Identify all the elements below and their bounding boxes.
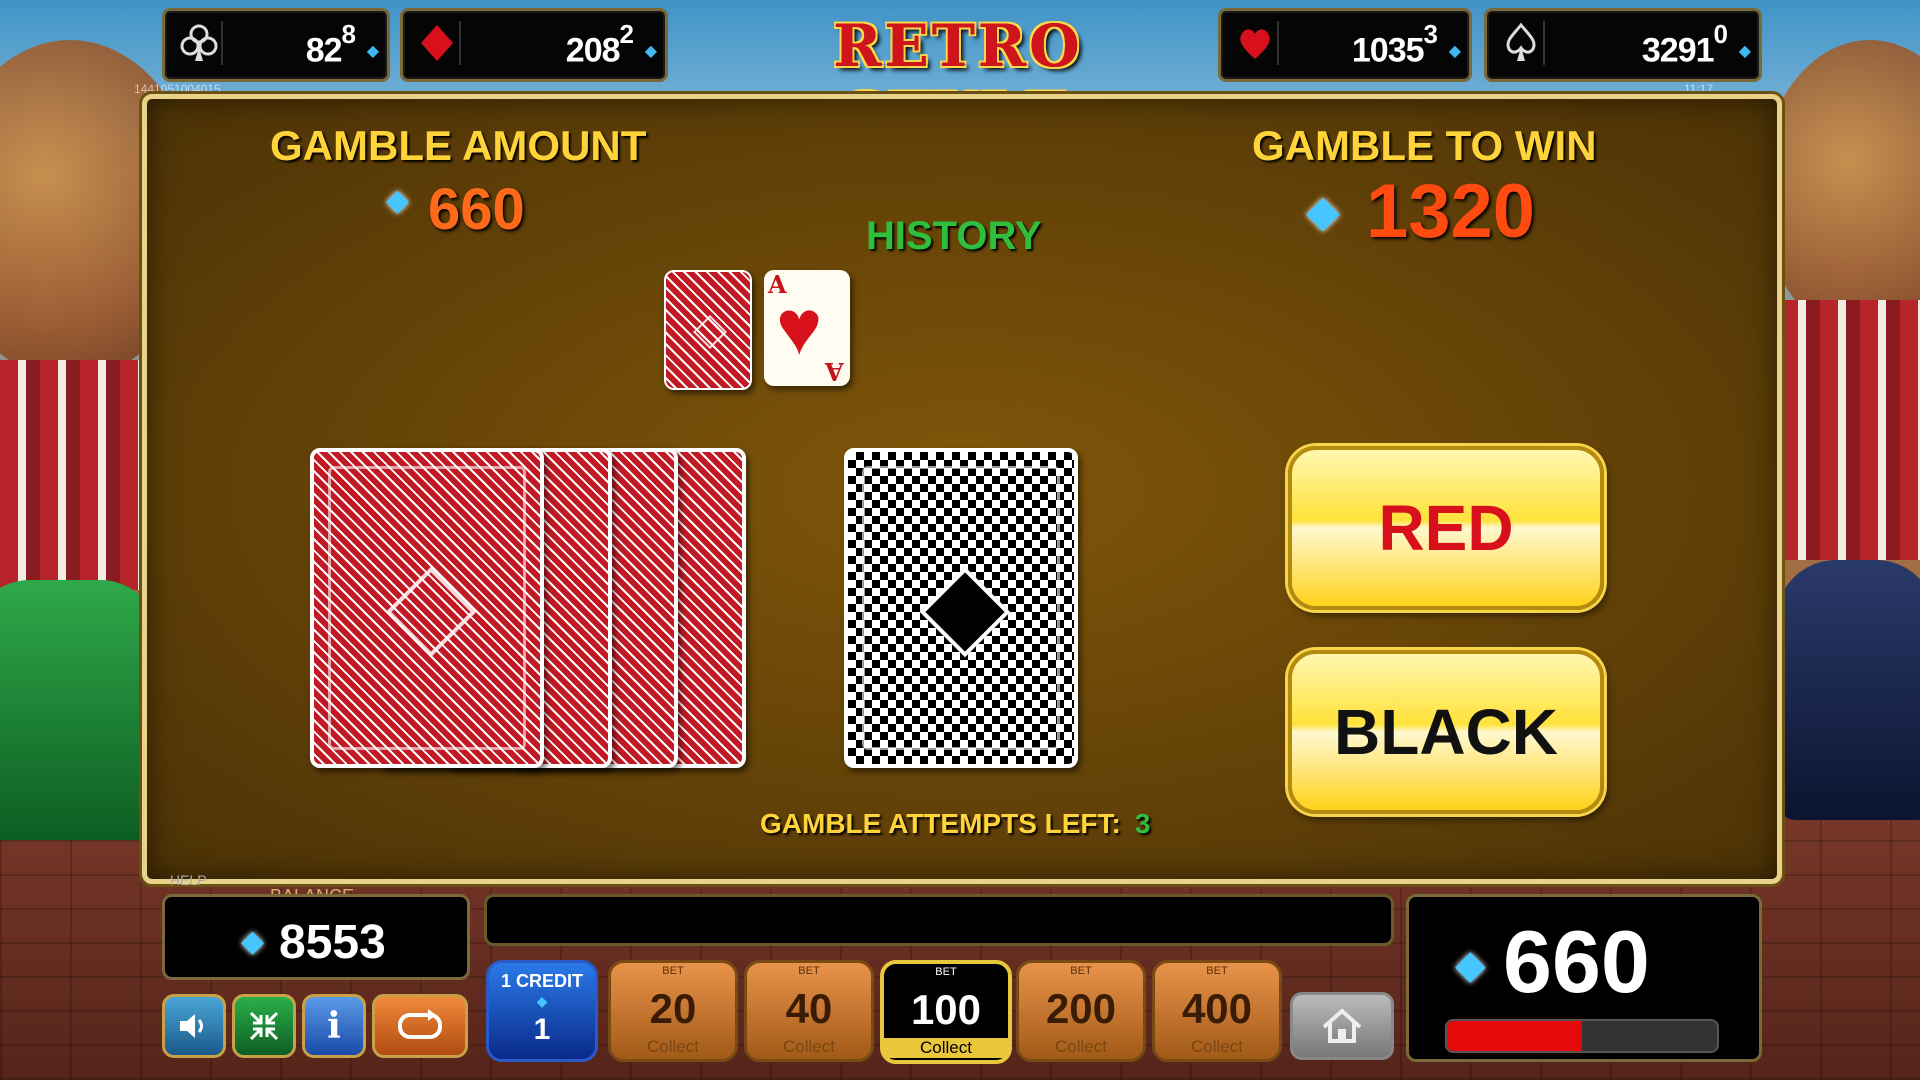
credit-value: 1 xyxy=(533,1013,551,1046)
gamble-amount-label: GAMBLE AMOUNT xyxy=(270,122,647,169)
bet-button-40[interactable]: BET 40 Collect xyxy=(744,960,874,1062)
autoplay-button[interactable] xyxy=(372,994,468,1058)
info-icon: i xyxy=(327,1005,341,1047)
diamonds-icon xyxy=(421,21,461,65)
jackpot-diamonds-value: 2082 xyxy=(565,19,634,70)
clubs-icon xyxy=(180,21,223,65)
collect-label: Collect xyxy=(884,1038,1008,1058)
game-logo: RETRO STYLE xyxy=(833,12,1083,148)
bet-value: 40 xyxy=(785,985,833,1032)
bet-button-100[interactable]: BET 100 Collect xyxy=(880,960,1012,1064)
bet-label: BET xyxy=(1070,965,1092,977)
spades-icon xyxy=(1506,21,1545,65)
win-value: 660 xyxy=(1503,912,1650,1011)
gamble-attempts-label: GAMBLE ATTEMPTS LEFT: xyxy=(760,808,1121,839)
jackpot-diamonds: 2082 ◆ xyxy=(400,8,668,82)
diner-building-left xyxy=(0,360,150,590)
speaker-icon xyxy=(180,1014,203,1038)
bet-value: 100 xyxy=(910,986,982,1033)
gamble-amount-value: 660 xyxy=(428,177,525,242)
deck-card-top xyxy=(310,448,544,768)
bet-button-200[interactable]: BET 200 Collect xyxy=(1016,960,1146,1062)
tree-right xyxy=(1760,40,1920,340)
bet-value: 400 xyxy=(1181,985,1253,1032)
card-back-ornament xyxy=(693,315,727,349)
credit-button[interactable]: 1 CREDIT ◆ 1 xyxy=(486,960,598,1062)
jackpot-hearts: 10353 ◆ xyxy=(1218,8,1472,82)
sound-button[interactable] xyxy=(162,994,226,1058)
diamond-icon: ◆ xyxy=(386,184,410,217)
help-label[interactable]: HELP xyxy=(170,872,207,888)
bet-label: BET xyxy=(798,965,820,977)
black-button[interactable]: BLACK xyxy=(1288,650,1604,814)
blue-car xyxy=(1776,560,1920,820)
collect-label: Collect xyxy=(1191,1037,1243,1056)
win-box: ◆ 660 xyxy=(1406,894,1762,1062)
face-down-card[interactable] xyxy=(844,448,1078,768)
gamble-attempts-value: 3 xyxy=(1134,808,1151,839)
gamble-timer-bar xyxy=(1445,1019,1719,1053)
bet-button-20[interactable]: BET 20 Collect xyxy=(608,960,738,1062)
diamond-icon: ◆ xyxy=(1306,187,1340,236)
home-button[interactable] xyxy=(1290,992,1394,1060)
bet-label: BET xyxy=(1206,965,1228,977)
diamond-icon: ◆ xyxy=(1738,43,1751,60)
credit-label: 1 CREDIT xyxy=(500,971,583,991)
gamble-attempts: GAMBLE ATTEMPTS LEFT: 3 xyxy=(760,808,1150,840)
bet-label: BET xyxy=(935,966,957,978)
gamble-timer-fill xyxy=(1447,1021,1582,1051)
hearts-icon xyxy=(1240,21,1279,65)
diner-building-right xyxy=(1780,300,1920,560)
bet-button-400[interactable]: BET 400 Collect xyxy=(1152,960,1282,1062)
diamond-icon: ◆ xyxy=(1455,943,1486,987)
diamond-icon: ◆ xyxy=(366,43,379,60)
green-car xyxy=(0,580,160,840)
red-button[interactable]: RED xyxy=(1288,446,1604,610)
collect-label: Collect xyxy=(783,1037,835,1056)
message-bar xyxy=(484,894,1394,946)
history-card-back xyxy=(664,270,752,390)
diamond-icon: ◆ xyxy=(644,43,657,60)
bet-value: 200 xyxy=(1045,985,1117,1032)
diamond-icon: ◆ xyxy=(536,993,548,1009)
bet-value: 20 xyxy=(649,985,697,1032)
gamble-to-win-label: GAMBLE TO WIN xyxy=(1252,122,1597,169)
heart-icon: ♥ xyxy=(776,283,823,371)
fullscreen-button[interactable] xyxy=(232,994,296,1058)
card-rank-bottom: A xyxy=(825,357,844,386)
jackpot-clubs: 828 ◆ xyxy=(162,8,390,82)
gamble-to-win-value: 1320 xyxy=(1366,169,1536,254)
balance-box: ◆ 8553 xyxy=(162,894,470,980)
diamond-icon: ◆ xyxy=(241,925,265,958)
history-label: HISTORY xyxy=(866,214,1042,258)
collect-label: Collect xyxy=(1055,1037,1107,1056)
shrink-icon xyxy=(249,1011,279,1041)
diamond-icon: ◆ xyxy=(1448,43,1461,60)
jackpot-spades: 32910 ◆ xyxy=(1484,8,1762,82)
jackpot-spades-value: 32910 xyxy=(1641,19,1728,70)
collect-label: Collect xyxy=(647,1037,699,1056)
jackpot-clubs-value: 828 xyxy=(305,19,356,70)
balance-value: 8553 xyxy=(279,916,386,969)
info-button[interactable]: i xyxy=(302,994,366,1058)
home-icon xyxy=(1322,1008,1362,1043)
jackpot-hearts-value: 10353 xyxy=(1351,19,1438,70)
autoplay-icon xyxy=(398,1009,442,1039)
bet-label: BET xyxy=(662,965,684,977)
history-card-ace-hearts: A ♥ A xyxy=(764,270,850,386)
